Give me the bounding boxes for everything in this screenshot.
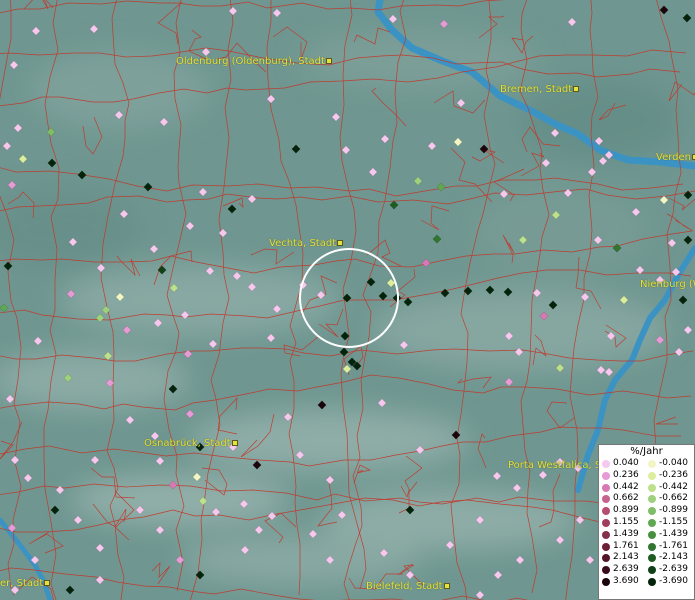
legend-value-negative: -2.143 bbox=[659, 552, 689, 563]
legend-value-negative: -1.439 bbox=[659, 528, 689, 539]
city-marker-icon bbox=[443, 583, 450, 589]
city-name: Vechta, Stadt bbox=[269, 238, 337, 249]
legend-value-positive: 1.155 bbox=[613, 516, 639, 527]
city-name: Nienburg (W bbox=[640, 279, 695, 290]
legend-value-negative: -0.662 bbox=[659, 493, 689, 504]
legend-value-positive: 0.040 bbox=[613, 458, 639, 468]
selection-ring[interactable] bbox=[299, 248, 399, 348]
legend-swatch-negative bbox=[648, 495, 656, 504]
city-name: Porta Westfalica, S bbox=[508, 460, 602, 471]
legend-value-positive: 0.236 bbox=[613, 469, 639, 480]
legend-value-positive: 0.662 bbox=[613, 493, 639, 504]
legend-swatch-positive bbox=[602, 554, 610, 563]
city-name: Osnabrück, Stadt bbox=[144, 438, 231, 449]
legend-value-negative: -0.442 bbox=[659, 481, 689, 492]
legend-row: 1.439 -1.439 bbox=[599, 529, 694, 541]
legend-value-positive: 2.639 bbox=[613, 564, 639, 575]
legend-swatch-negative bbox=[648, 530, 656, 539]
legend-swatch-positive bbox=[602, 542, 610, 551]
legend-title: %/Jahr bbox=[630, 446, 663, 457]
legend-value-positive: 3.690 bbox=[613, 575, 639, 586]
legend-swatch-negative bbox=[648, 471, 656, 480]
legend-swatch-positive bbox=[602, 530, 610, 539]
city-marker-icon bbox=[337, 240, 344, 246]
legend-value-positive: 0.899 bbox=[613, 505, 639, 516]
legend-swatch-positive bbox=[602, 471, 610, 480]
legend-value-positive: 0.442 bbox=[613, 481, 639, 492]
legend-value-positive: 1.439 bbox=[613, 528, 639, 539]
legend-value-negative: -1.761 bbox=[659, 540, 689, 551]
legend-swatch-negative bbox=[648, 460, 656, 468]
city-name: Bremen, Stadt bbox=[500, 84, 573, 95]
city-label: Nienburg (W bbox=[640, 279, 695, 290]
legend-value-negative: -1.155 bbox=[659, 516, 689, 527]
legend-value-negative: -0.236 bbox=[659, 469, 689, 480]
legend-value-negative: -0.899 bbox=[659, 505, 689, 516]
city-name: Oldenburg (Oldenburg), Stadt bbox=[176, 56, 325, 67]
city-label: Bielefeld, Stadt bbox=[366, 581, 450, 592]
legend-swatch-positive bbox=[602, 566, 610, 575]
legend-swatch-negative bbox=[648, 542, 656, 551]
legend-value-positive: 2.143 bbox=[613, 552, 639, 563]
legend-swatch-negative bbox=[648, 507, 656, 516]
city-label: Oldenburg (Oldenburg), Stadt bbox=[176, 56, 332, 67]
legend-swatch-positive bbox=[602, 518, 610, 527]
legend-row: 0.662 -0.662 bbox=[599, 493, 694, 505]
legend-swatch-negative bbox=[648, 577, 656, 586]
selection-ring-layer bbox=[299, 248, 399, 348]
legend-row: 0.442 -0.442 bbox=[599, 482, 694, 494]
legend-row: 2.143 -2.143 bbox=[599, 552, 694, 564]
city-label: er, Stadt bbox=[0, 578, 51, 589]
legend-rows: 0.040 -0.040 0.236 -0.236 0.442 -0.442 0.662 -0… bbox=[599, 458, 694, 588]
legend-row: 2.639 -2.639 bbox=[599, 564, 694, 576]
legend-value-negative: -2.639 bbox=[659, 564, 689, 575]
legend-value-negative: -0.040 bbox=[659, 458, 689, 468]
legend-swatch-negative bbox=[648, 483, 656, 492]
legend-swatch-negative bbox=[648, 554, 656, 563]
city-name: Bielefeld, Stadt bbox=[366, 581, 443, 592]
city-label: Porta Westfalica, S bbox=[508, 460, 609, 471]
city-label: Vechta, Stadt bbox=[269, 238, 344, 249]
map-view[interactable]: Oldenburg (Oldenburg), Stadt Bremen, Stad… bbox=[0, 0, 695, 600]
city-marker-icon bbox=[231, 440, 238, 446]
legend-swatch-positive bbox=[602, 507, 610, 516]
city-marker-icon bbox=[325, 58, 332, 64]
legend-swatch-negative bbox=[648, 566, 656, 575]
legend-row: 1.155 -1.155 bbox=[599, 517, 694, 529]
city-label: Osnabrück, Stadt bbox=[144, 438, 238, 449]
city-name: Verden bbox=[656, 152, 691, 163]
legend: %/Jahr 0.040 -0.040 0.236 -0.236 0.442 -0.442… bbox=[598, 444, 695, 600]
legend-swatch-positive bbox=[602, 483, 610, 492]
legend-row: 0.040 -0.040 bbox=[599, 458, 694, 470]
city-label: Verden bbox=[656, 152, 695, 163]
legend-swatch-positive bbox=[602, 460, 610, 468]
city-marker-icon bbox=[573, 86, 580, 92]
legend-value-positive: 1.761 bbox=[613, 540, 639, 551]
legend-row: 1.761 -1.761 bbox=[599, 541, 694, 553]
city-marker-icon bbox=[44, 580, 51, 586]
city-label: Bremen, Stadt bbox=[500, 84, 580, 95]
legend-row: 0.236 -0.236 bbox=[599, 470, 694, 482]
legend-value-negative: -3.690 bbox=[659, 575, 689, 586]
legend-swatch-positive bbox=[602, 577, 610, 586]
legend-row: 3.690 -3.690 bbox=[599, 576, 694, 588]
legend-swatch-negative bbox=[648, 518, 656, 527]
legend-row: 0.899 -0.899 bbox=[599, 505, 694, 517]
legend-swatch-positive bbox=[602, 495, 610, 504]
city-name: er, Stadt bbox=[0, 578, 44, 589]
